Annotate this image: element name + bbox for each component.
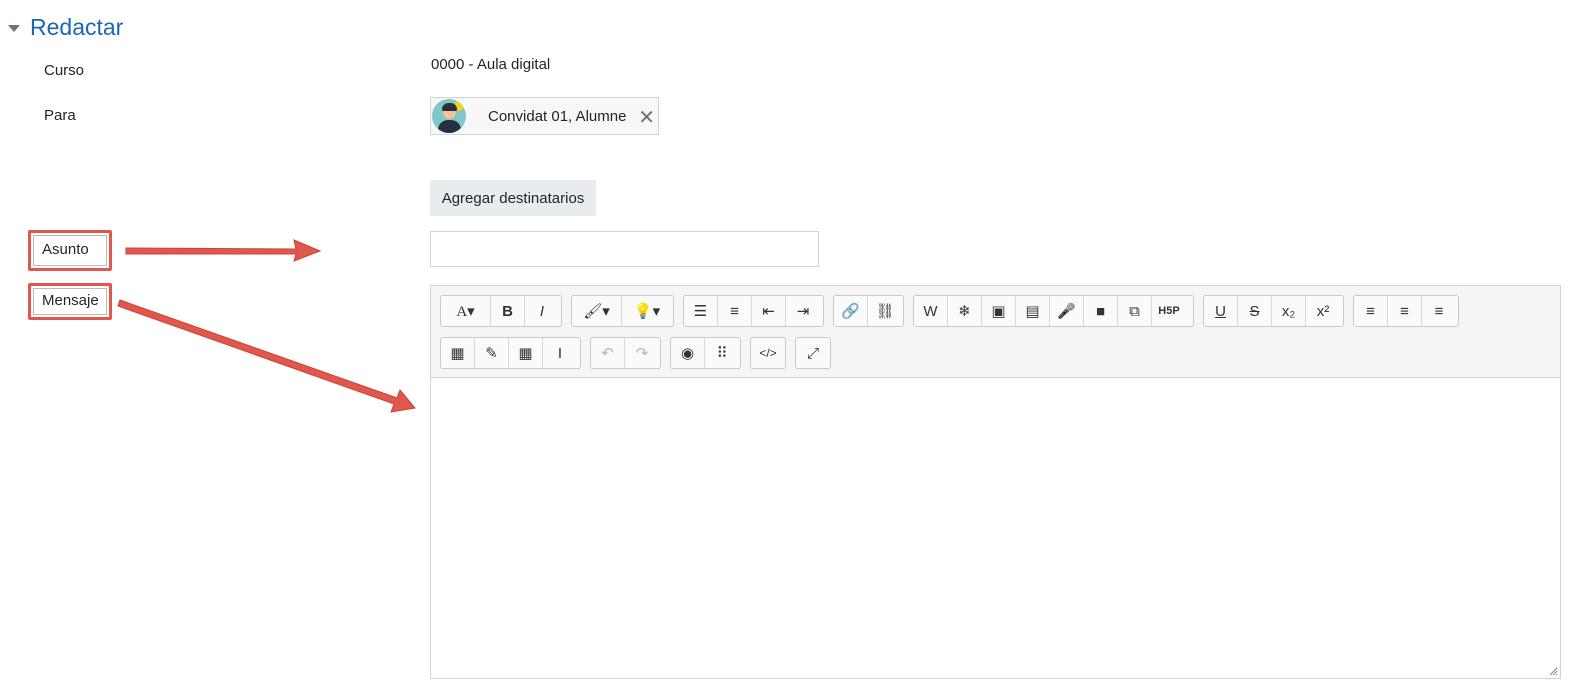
lightbulb-icon[interactable]: 💡▾ <box>622 296 672 326</box>
resize-handle-icon[interactable] <box>1548 666 1558 676</box>
arrow-to-message <box>117 299 416 413</box>
microphone-icon[interactable]: 🎤 <box>1050 296 1084 326</box>
subscript-icon[interactable]: x₂ <box>1272 296 1306 326</box>
toolbar-group-lists: ☰ ≡ ⇤ ⇥ <box>683 295 824 327</box>
toolbar-group-fullscreen: ⤢ <box>795 337 831 369</box>
align-center-icon[interactable]: ≡ <box>1388 296 1422 326</box>
editor-toolbar: A▾ B I 🖌▾ 💡▾ ☰ ≡ ⇤ ⇥ 🔗 ⛓ W ❄ ▣ ▤ 🎤 ■ ⧉ H5P U Sx₂ x² ≡ ≡ ≡ ▦ ✎ ▦ I ↶ ↷ ◉… <box>431 286 1560 378</box>
underline-icon[interactable]: U <box>1204 296 1238 326</box>
toolbar-group-style: A▾ B I <box>440 295 562 327</box>
message-label-highlight: Mensaje <box>28 283 112 320</box>
snowflake-icon[interactable]: ❄ <box>948 296 982 326</box>
braille-icon[interactable]: ⠿ <box>705 338 739 368</box>
section-header[interactable]: Redactar <box>8 14 123 41</box>
section-title: Redactar <box>30 14 124 40</box>
toolbar-group-accessibility: ◉ ⠿ <box>670 337 741 369</box>
redo-icon[interactable]: ↷ <box>625 338 659 368</box>
superscript-icon[interactable]: x² <box>1306 296 1340 326</box>
table-icon[interactable]: ▦ <box>509 338 543 368</box>
subject-input[interactable] <box>430 231 819 267</box>
align-left-icon[interactable]: ≡ <box>1354 296 1388 326</box>
unlink-icon[interactable]: ⛓ <box>868 296 902 326</box>
caret-down-icon[interactable] <box>8 25 20 32</box>
unordered-list-icon[interactable]: ☰ <box>684 296 718 326</box>
edit-icon[interactable]: ✎ <box>475 338 509 368</box>
word-import-icon[interactable]: W <box>914 296 948 326</box>
ordered-list-icon[interactable]: ≡ <box>718 296 752 326</box>
course-value: 0000 - Aula digital <box>431 56 551 73</box>
media-file-icon[interactable]: ▤ <box>1016 296 1050 326</box>
toolbar-group-insert: ▦ ✎ ▦ I <box>440 337 581 369</box>
html-code-icon[interactable]: </> <box>751 338 785 368</box>
outdent-icon[interactable]: ⇤ <box>752 296 786 326</box>
course-label: Curso <box>44 62 85 79</box>
h5p-icon[interactable]: H5P <box>1152 296 1186 326</box>
calculator-icon[interactable]: ▦ <box>441 338 475 368</box>
video-camera-icon[interactable]: ■ <box>1084 296 1118 326</box>
toolbar-group-history: ↶ ↷ <box>590 337 661 369</box>
toolbar-group-align: ≡ ≡ ≡ <box>1353 295 1459 327</box>
toolbar-group-format: U Sx₂ x² <box>1203 295 1344 327</box>
message-content-area[interactable] <box>431 378 1560 678</box>
italic-icon[interactable]: I <box>525 296 559 326</box>
paint-brush-icon[interactable]: 🖌▾ <box>572 296 622 326</box>
bold-icon[interactable]: B <box>491 296 525 326</box>
link-icon[interactable]: 🔗 <box>834 296 868 326</box>
add-recipients-button[interactable]: Agregar destinatarios <box>430 180 596 216</box>
subject-label: Asunto <box>42 241 89 258</box>
recipient-chip[interactable]: Convidat 01, Alumne ✕ <box>430 97 659 135</box>
indent-icon[interactable]: ⇥ <box>786 296 820 326</box>
message-label: Mensaje <box>42 292 99 309</box>
to-label: Para <box>44 107 76 124</box>
image-icon[interactable]: ▣ <box>982 296 1016 326</box>
strikethrough-icon[interactable]: S <box>1238 296 1272 326</box>
toolbar-group-links: 🔗 ⛓ <box>833 295 904 327</box>
copy-icon[interactable]: ⧉ <box>1118 296 1152 326</box>
align-right-icon[interactable]: ≡ <box>1422 296 1456 326</box>
recipient-name: Convidat 01, Alumne <box>488 107 627 125</box>
message-editor: A▾ B I 🖌▾ 💡▾ ☰ ≡ ⇤ ⇥ 🔗 ⛓ W ❄ ▣ ▤ 🎤 ■ ⧉ H5P U Sx₂ x² ≡ ≡ ≡ ▦ ✎ ▦ I ↶ ↷ ◉… <box>430 285 1561 679</box>
font-style-icon[interactable]: A▾ <box>441 296 491 326</box>
undo-icon[interactable]: ↶ <box>591 338 625 368</box>
accessibility-icon[interactable]: ◉ <box>671 338 705 368</box>
subject-label-highlight: Asunto <box>28 230 112 271</box>
toolbar-group-color: 🖌▾ 💡▾ <box>571 295 674 327</box>
arrow-to-subject <box>125 239 322 262</box>
avatar <box>432 99 466 133</box>
remove-recipient-icon[interactable]: ✕ <box>638 105 655 130</box>
text-cursor-icon[interactable]: I <box>543 338 577 368</box>
toolbar-group-code: </> <box>750 337 786 369</box>
fullscreen-icon[interactable]: ⤢ <box>796 338 830 368</box>
toolbar-group-media: W ❄ ▣ ▤ 🎤 ■ ⧉ H5P <box>913 295 1194 327</box>
